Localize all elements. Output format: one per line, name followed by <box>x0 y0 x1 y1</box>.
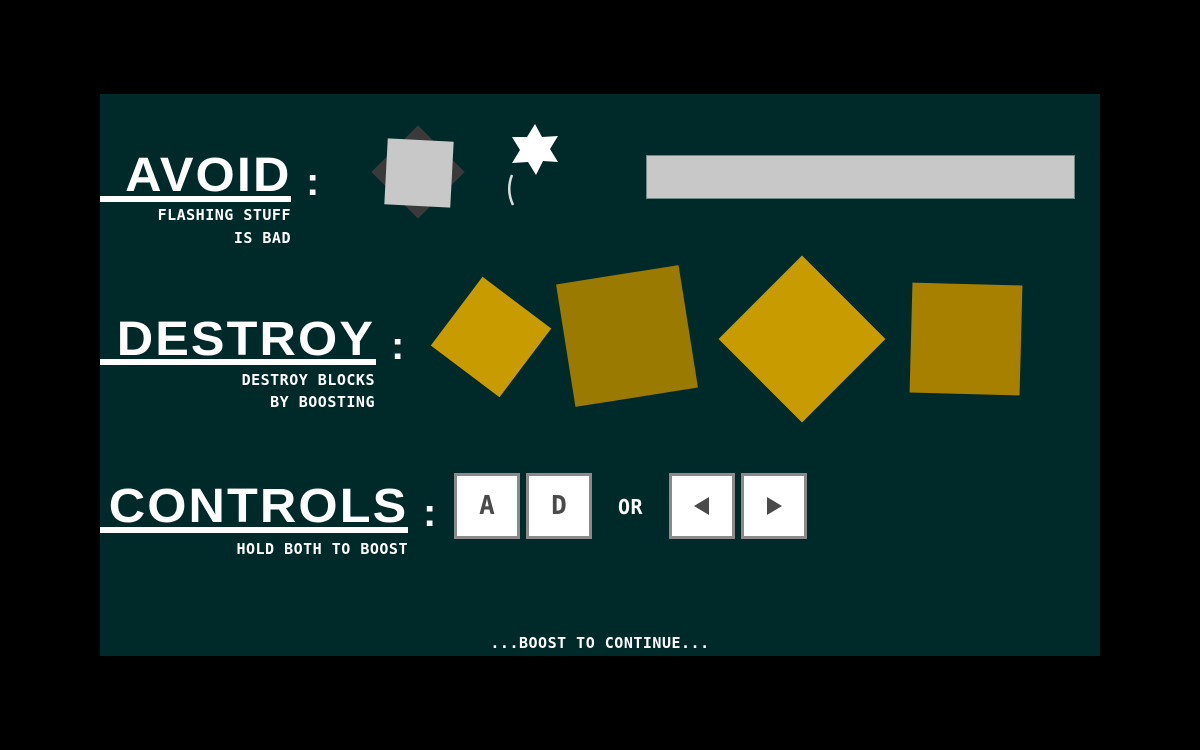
right-arrow-icon <box>767 497 782 515</box>
controls-heading: CONTROLS <box>108 480 408 533</box>
flashing-hazard-block <box>384 138 454 208</box>
avoid-subtitle-line1: FLASHING STUFF <box>157 206 291 224</box>
destroy-block-2 <box>556 265 698 407</box>
key-a: A <box>454 473 520 539</box>
left-arrow-icon <box>694 497 709 515</box>
avoid-subtitle-line2: IS BAD <box>233 229 291 247</box>
key-d: D <box>526 473 592 539</box>
controls-underline <box>100 527 408 533</box>
destroy-block-1 <box>430 276 552 398</box>
destroy-heading: DESTROY <box>116 313 375 366</box>
destroy-block-3 <box>718 255 886 423</box>
game-screen: AVOID : FLASHING STUFF IS BAD DESTROY : … <box>100 94 1100 656</box>
destroy-subtitle-line1: DESTROY BLOCKS <box>241 371 375 389</box>
flashing-laser-bar <box>646 155 1075 199</box>
or-label: OR <box>618 495 644 519</box>
key-a-label: A <box>479 491 495 521</box>
destroy-colon: : <box>391 324 405 368</box>
avoid-underline <box>100 196 291 202</box>
key-right-arrow <box>741 473 807 539</box>
destroy-block-4 <box>909 282 1023 396</box>
controls-colon: : <box>423 491 437 535</box>
key-left-arrow <box>669 473 735 539</box>
flashing-star-icon <box>508 124 558 206</box>
star-trail <box>508 174 515 206</box>
star-shape <box>512 124 558 175</box>
destroy-subtitle-line2: BY BOOSTING <box>270 393 375 411</box>
avoid-heading: AVOID <box>124 149 291 202</box>
controls-subtitle: HOLD BOTH TO BOOST <box>236 540 408 558</box>
avoid-colon: : <box>306 160 320 204</box>
destroy-underline <box>100 359 376 365</box>
key-d-label: D <box>551 491 567 521</box>
continue-prompt: ...BOOST TO CONTINUE... <box>490 634 710 652</box>
